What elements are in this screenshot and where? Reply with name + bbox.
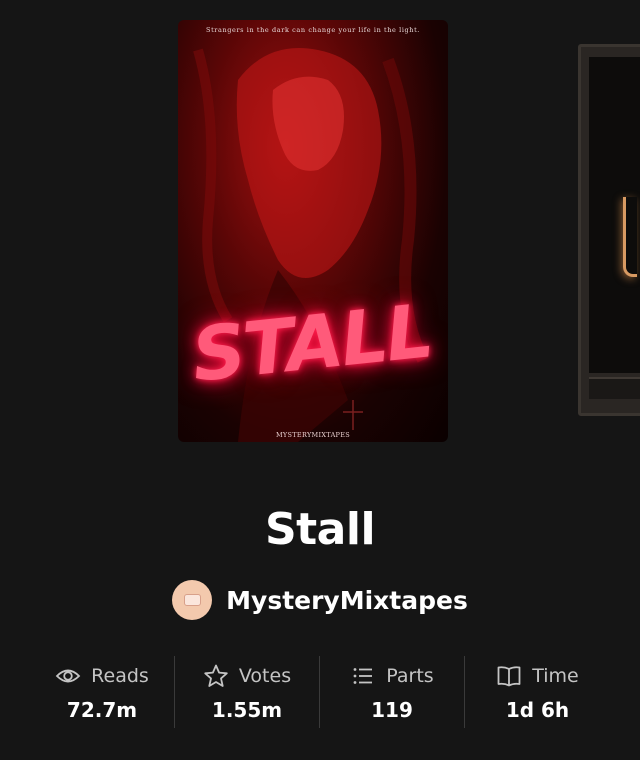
story-title: Stall xyxy=(264,504,376,555)
author-name[interactable]: MysteryMixtapes xyxy=(226,586,468,615)
stat-reads-value: 72.7m xyxy=(66,698,138,722)
stat-parts-value: 119 xyxy=(371,698,413,722)
list-icon xyxy=(353,668,373,684)
author-avatar[interactable] xyxy=(172,580,213,620)
next-cover-neon xyxy=(623,197,637,277)
story-cover[interactable]: Strangers in the dark can change your li… xyxy=(178,20,448,442)
star-icon xyxy=(204,664,228,687)
stat-parts-label: Parts xyxy=(386,665,434,687)
next-cover-strip xyxy=(589,377,640,399)
cover-credit: MYSTERYMIXTAPES xyxy=(275,431,351,439)
stat-time: Time 1d 6h xyxy=(465,656,640,728)
stat-votes-value: 1.55m xyxy=(211,698,283,722)
story-stats: Reads 72.7m Votes 1.55m Parts 119 Time 1… xyxy=(0,656,640,728)
stat-votes-label: Votes xyxy=(238,665,292,687)
stat-reads-label: Reads xyxy=(91,665,149,687)
stat-parts: Parts 119 xyxy=(320,656,465,728)
stat-reads: Reads 72.7m xyxy=(0,656,175,728)
cover-tagline: Strangers in the dark can change your li… xyxy=(206,26,420,34)
eye-icon xyxy=(55,669,81,683)
stat-time-label: Time xyxy=(532,665,579,687)
stat-votes: Votes 1.55m xyxy=(175,656,320,728)
book-icon xyxy=(497,666,521,687)
author-link[interactable]: MysteryMixtapes xyxy=(0,580,640,620)
avatar-graphic xyxy=(184,594,202,606)
next-story-cover[interactable] xyxy=(578,44,640,416)
stat-time-value: 1d 6h xyxy=(505,698,570,722)
story-details-screen: Strangers in the dark can change your li… xyxy=(0,0,640,760)
